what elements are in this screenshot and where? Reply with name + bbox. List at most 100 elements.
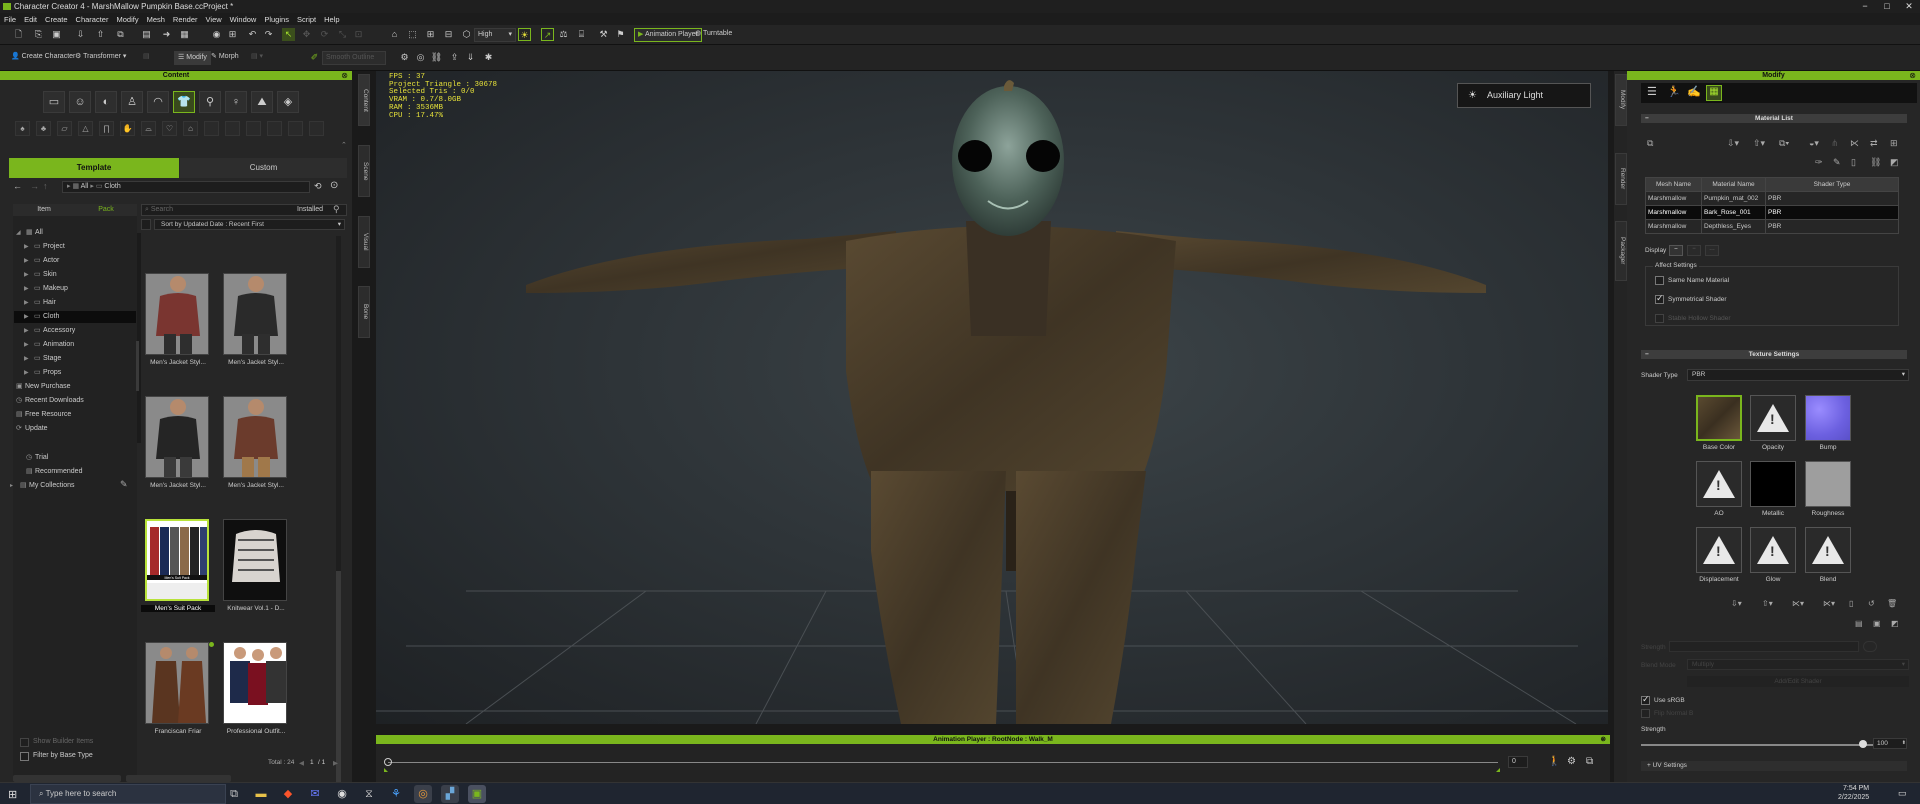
side-tab-bone[interactable]: Bone: [358, 286, 370, 338]
settings-gear-icon[interactable]: ⚙: [398, 51, 411, 64]
notification-icon[interactable]: ▭: [1898, 788, 1907, 799]
menu-create[interactable]: Create: [41, 15, 72, 24]
link-material-icon[interactable]: ⛓: [1870, 157, 1881, 168]
create-character-button[interactable]: 👤 Create Character: [8, 51, 78, 65]
cloth-sub-misc-icon[interactable]: ⌂: [183, 121, 198, 136]
bottom-button-right[interactable]: [126, 775, 231, 782]
swap-icon[interactable]: ⇄: [1870, 138, 1878, 149]
shader-type-dropdown[interactable]: PBR ▾: [1687, 369, 1909, 381]
texture-glow[interactable]: [1750, 527, 1796, 573]
view-cube-icon[interactable]: ⬡: [460, 28, 473, 41]
mail-app-icon[interactable]: ✉: [306, 785, 324, 803]
copy-icon[interactable]: ⧉: [114, 28, 127, 41]
paint-bucket-icon[interactable]: ◒▾: [1809, 138, 1819, 149]
edit-pencil-icon[interactable]: ✎: [120, 479, 128, 490]
texture-bump[interactable]: [1805, 395, 1851, 441]
side-tab-modify[interactable]: Modify: [1615, 74, 1627, 126]
gpu-app-icon[interactable]: ⧖: [360, 785, 378, 803]
menu-edit[interactable]: Edit: [20, 15, 41, 24]
tree-new-purchase[interactable]: ▣ New Purchase: [16, 381, 71, 393]
home-view-icon[interactable]: ⌂: [388, 28, 401, 41]
category-props-icon[interactable]: ◈: [277, 91, 299, 113]
collapse-up-icon[interactable]: ⌃: [341, 141, 347, 149]
blend-mode-dropdown[interactable]: Multiply ▾: [1687, 659, 1909, 670]
timeline-playhead[interactable]: [384, 758, 392, 766]
minimize-button[interactable]: −: [1854, 0, 1876, 13]
load-material-icon[interactable]: ⇩▾: [1727, 138, 1739, 149]
motion-icon[interactable]: 🏃: [1667, 85, 1681, 98]
side-tab-scene[interactable]: Scene: [358, 145, 370, 197]
disabled-tool-button-2[interactable]: ▤ ▾: [248, 51, 292, 65]
refresh-icon[interactable]: ⟲: [314, 181, 322, 192]
tree-all[interactable]: ◢ ▦ All: [16, 227, 43, 239]
tab-custom[interactable]: Custom: [180, 158, 347, 178]
side-tab-content[interactable]: Content: [358, 74, 370, 126]
table-row[interactable]: Marshmallow Bark_Rose_001 PBR: [1645, 205, 1899, 220]
category-actor-icon[interactable]: ☺: [69, 91, 91, 113]
stable-hollow-checkbox[interactable]: [1655, 314, 1664, 323]
app-icon-6[interactable]: ⚘: [387, 785, 405, 803]
category-skin-icon[interactable]: ◐: [95, 91, 117, 113]
load-texture-icon[interactable]: ⇩▾: [1731, 599, 1742, 608]
import-icon[interactable]: ⇩: [74, 28, 87, 41]
content-close-icon[interactable]: ⊗: [341, 71, 348, 80]
symmetrical-checkbox[interactable]: [1655, 293, 1664, 304]
filter-base-checkbox[interactable]: [20, 752, 29, 761]
quality-dropdown[interactable]: High ▾: [474, 28, 516, 42]
installed-filter[interactable]: Installed: [297, 206, 323, 213]
tree-project[interactable]: ▶ ▭ Project: [24, 241, 65, 253]
edit-motion-icon[interactable]: ✍: [1687, 85, 1701, 98]
close-window-button[interactable]: ✕: [1898, 0, 1920, 13]
tree-trial[interactable]: ◷ Trial: [26, 452, 48, 464]
brush-icon[interactable]: ✐: [308, 51, 321, 64]
gear-anim-icon[interactable]: ⚙: [1567, 756, 1576, 767]
save-icon[interactable]: ▣: [50, 28, 63, 41]
move-tool-icon[interactable]: ✥: [300, 28, 313, 41]
cloth-sub-empty-4[interactable]: [267, 121, 282, 136]
texture-opacity[interactable]: [1750, 395, 1796, 441]
cloth-sub-dress-icon[interactable]: △: [78, 121, 93, 136]
table-row[interactable]: Marshmallow Depthless_Eyes PBR: [1645, 219, 1899, 234]
tree-recommended[interactable]: ▤ Recommended: [26, 466, 82, 478]
texture-roughness[interactable]: [1805, 461, 1851, 507]
use-srgb-checkbox[interactable]: [1641, 694, 1650, 705]
asset-thumb-professional-outfit[interactable]: Professional Outfit...: [223, 642, 289, 735]
cloth-sub-hat-icon[interactable]: ♠: [15, 121, 30, 136]
strength-slider-handle[interactable]: [1859, 740, 1867, 748]
cloth-sub-gloves-icon[interactable]: ✋: [120, 121, 135, 136]
up-arrow-icon[interactable]: ↑: [43, 181, 48, 191]
asset-thumb-knitwear[interactable]: Knitwear Vol.1 - D...: [223, 519, 289, 612]
smooth-outline-search[interactable]: Smooth Outline: [322, 51, 386, 65]
category-accessory-icon[interactable]: ⚲: [199, 91, 221, 113]
left-scroll-thumb[interactable]: [136, 341, 139, 391]
material-tab-icon[interactable]: ▦: [1706, 85, 1722, 101]
funnel-icon[interactable]: ⚲: [333, 204, 340, 215]
texture-base-color[interactable]: [1696, 395, 1742, 441]
redo-icon[interactable]: ↷: [262, 28, 275, 41]
steam-icon[interactable]: ◉: [333, 785, 351, 803]
prev-page-icon[interactable]: ◀: [299, 759, 304, 767]
tab-template[interactable]: Template: [9, 158, 179, 178]
cloth-sub-shirt-icon[interactable]: ♣: [36, 121, 51, 136]
tree-skin[interactable]: ▶ ▭ Skin: [24, 269, 57, 281]
cloth-sub-shoes-icon[interactable]: ⌓: [141, 121, 156, 136]
texture-ao[interactable]: [1696, 461, 1742, 507]
menu-character[interactable]: Character: [72, 15, 113, 24]
strength-value-input[interactable]: 100 ⬍: [1873, 738, 1907, 749]
cloth-sub-empty-5[interactable]: [288, 121, 303, 136]
select-tool-icon[interactable]: ↖: [282, 28, 295, 41]
uv-settings-header[interactable]: + UV Settings: [1641, 761, 1907, 771]
menu-view[interactable]: View: [202, 15, 226, 24]
taskbar-search[interactable]: ⌕ Type here to search: [30, 784, 226, 804]
asset-thumb-jacket-2[interactable]: Men's Jacket Styl...: [223, 273, 289, 366]
walk-icon[interactable]: 🚶: [1548, 756, 1560, 767]
tree-animation[interactable]: ▶ ▭ Animation: [24, 339, 74, 351]
auxiliary-light-button[interactable]: ☀ Auxiliary Light: [1457, 83, 1591, 108]
asset-thumb-suit-pack[interactable]: Men's Suit Pack Men's Suit Pack: [141, 519, 215, 612]
side-tab-visual[interactable]: Visual: [358, 216, 370, 268]
cloth-sub-jacket-icon[interactable]: ▱: [57, 121, 72, 136]
save-texture-icon[interactable]: ⇧▾: [1762, 599, 1773, 608]
graph-icon[interactable]: ↗: [541, 28, 554, 41]
display-mode-2[interactable]: −: [1687, 245, 1701, 256]
strength-slider-track[interactable]: [1641, 744, 1881, 746]
